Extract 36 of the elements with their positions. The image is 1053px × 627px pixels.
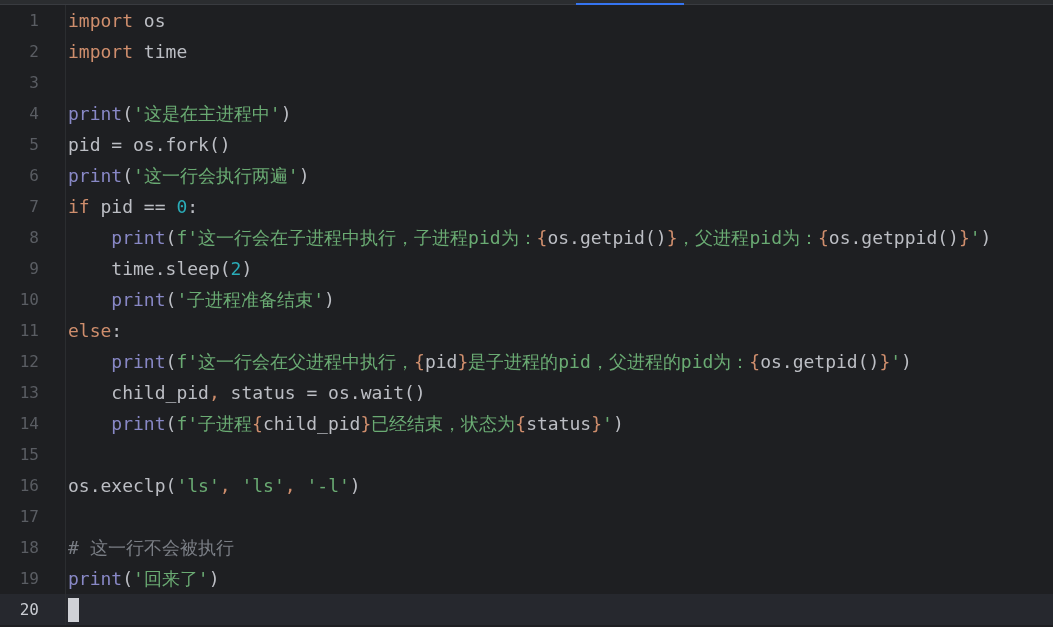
line-number: 5: [29, 133, 39, 156]
code-line: print('这一行会执行两遍'): [68, 164, 310, 188]
line-number: 1: [29, 9, 39, 32]
line-number: 16: [19, 474, 39, 497]
code-line: child_pid, status = os.wait(): [110, 381, 426, 405]
line-number: 8: [29, 226, 39, 249]
code-line: print(f'这一行会在父进程中执行，{pid}是子进程的pid，父进程的pid为：{os.getpid()}'): [110, 350, 912, 374]
code-line: import time: [68, 40, 188, 64]
line-number: 12: [19, 350, 39, 373]
line-number: 2: [29, 40, 39, 63]
line-number: 10: [19, 288, 39, 311]
line-number: 20: [19, 598, 39, 621]
code-line: print(f'这一行会在子进程中执行，子进程pid为：{os.getpid()}，父进程pid为：{os.getppid()}'): [110, 226, 992, 250]
line-number: 7: [29, 195, 39, 218]
line-number: 15: [19, 443, 39, 466]
line-number: 18: [19, 536, 39, 559]
line-number: 13: [19, 381, 39, 404]
line-number: 17: [19, 505, 39, 528]
code-line: print('回来了'): [68, 567, 220, 591]
code-line: print('这是在主进程中'): [68, 102, 292, 126]
code-line: import os: [68, 9, 166, 33]
line-number: 11: [19, 319, 39, 342]
line-number: 19: [19, 567, 39, 590]
line-number: 4: [29, 102, 39, 125]
line-number: 9: [29, 257, 39, 280]
code-line: else:: [68, 319, 123, 343]
line-number: 14: [19, 412, 39, 435]
code-line: if pid == 0:: [68, 195, 199, 219]
code-line: os.execlp('ls', 'ls', '-l'): [68, 474, 361, 498]
line-number: 6: [29, 164, 39, 187]
line-number: 3: [29, 71, 39, 94]
code-line: print('子进程准备结束'): [110, 288, 335, 312]
code-line: print(f'子进程{child_pid}已经结束，状态为{status}'): [110, 412, 624, 436]
code-comment: # 这一行不会被执行: [68, 536, 234, 560]
code-line: pid = os.fork(): [68, 133, 231, 157]
code-line: time.sleep(2): [110, 257, 253, 281]
